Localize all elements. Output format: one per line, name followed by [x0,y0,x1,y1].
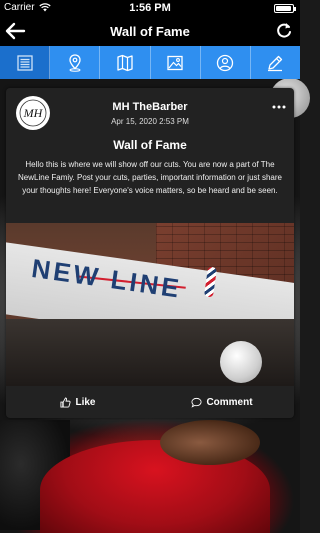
tab-photos[interactable] [151,46,201,79]
post-title: Wall of Fame [113,138,187,152]
tab-map[interactable] [100,46,151,79]
page-title: Wall of Fame [110,23,190,39]
post-author[interactable]: MH TheBarber [6,101,294,113]
post-actions: Like Comment [6,386,294,418]
refresh-button[interactable] [274,21,294,41]
app-header: Wall of Fame [0,16,300,46]
back-arrow-icon [5,22,26,40]
list-icon [16,54,33,71]
tab-list[interactable] [0,46,51,79]
more-dots-icon [272,105,286,109]
refresh-icon [277,23,291,38]
post-image[interactable]: NEW LINE [6,223,294,386]
pen-icon [268,55,283,71]
comment-bubble-icon [191,397,202,408]
battery-level [276,6,292,11]
back-button[interactable] [4,21,26,41]
post-date: Apr 15, 2020 2:53 PM [111,117,189,126]
tab-bar [0,46,300,79]
tab-profile[interactable] [201,46,251,79]
post-card: MH MH TheBarber Apr 15, 2020 2:53 PM Wal… [6,88,294,418]
location-pin-icon [69,53,81,72]
tab-write[interactable] [251,46,300,79]
status-bar: Carrier 1:56 PM [0,0,300,16]
thumbs-up-icon [60,396,72,408]
like-button[interactable]: Like [6,397,150,408]
battery-icon [274,4,296,13]
comment-label: Comment [206,396,253,408]
photo-icon [167,55,183,70]
status-time: 1:56 PM [129,2,171,14]
like-label: Like [75,396,96,408]
more-options-button[interactable] [272,102,286,109]
post-body: Hello this is where we will show off our… [18,160,282,195]
map-icon [117,54,133,71]
globe-lamp [220,341,262,383]
comment-button[interactable]: Comment [150,397,294,408]
background-hand [160,420,260,465]
tab-location[interactable] [50,46,101,79]
person-circle-icon [217,54,234,71]
